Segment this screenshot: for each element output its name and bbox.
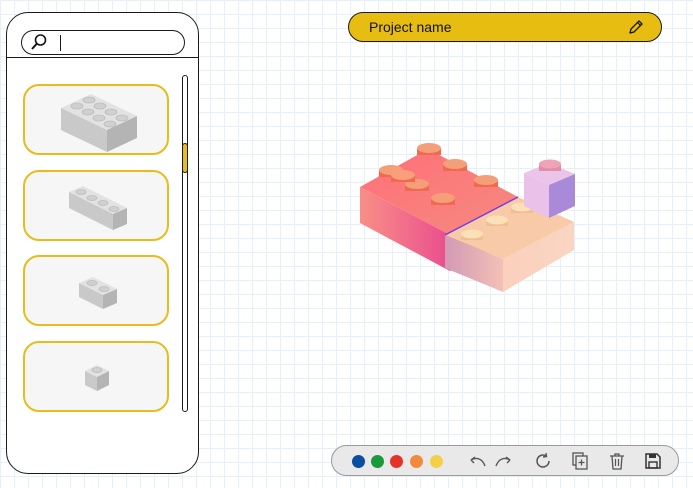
scrollbar-thumb[interactable] — [182, 143, 188, 173]
color-swatch-red[interactable] — [390, 455, 403, 468]
brick-library-panel — [6, 12, 199, 474]
brick-card-2x4[interactable] — [23, 84, 169, 155]
bottom-toolbar — [331, 445, 679, 476]
save-icon[interactable] — [643, 451, 663, 471]
brick-card-1x4[interactable] — [23, 170, 169, 241]
color-swatch-green[interactable] — [371, 455, 384, 468]
color-swatch-blue[interactable] — [352, 455, 365, 468]
brick-1x2-icon — [79, 277, 117, 309]
search-box[interactable] — [21, 30, 185, 55]
brick-2x4-icon — [61, 94, 137, 152]
trash-icon[interactable] — [607, 451, 627, 471]
panel-divider — [7, 57, 198, 58]
undo-icon[interactable] — [468, 451, 488, 471]
brick-1x1-icon — [85, 365, 109, 391]
brick-card-1x1[interactable] — [23, 341, 169, 412]
brick-1x4-icon — [69, 186, 127, 230]
redo-icon[interactable] — [493, 451, 513, 471]
color-swatch-orange[interactable] — [410, 455, 423, 468]
refresh-icon[interactable] — [533, 451, 553, 471]
text-cursor — [60, 35, 61, 51]
project-name[interactable]: Project name — [369, 19, 451, 35]
brick-card-1x2[interactable] — [23, 255, 169, 326]
scrollbar-track[interactable] — [182, 75, 188, 412]
pencil-icon[interactable] — [627, 18, 645, 36]
project-name-bar[interactable]: Project name — [348, 12, 662, 42]
search-icon — [31, 34, 47, 50]
search-input[interactable] — [62, 33, 180, 52]
add-copy-icon[interactable] — [570, 451, 590, 471]
brick-scene[interactable] — [355, 140, 585, 300]
color-swatch-yellow[interactable] — [430, 455, 443, 468]
purple-brick-1x1[interactable] — [524, 159, 575, 219]
